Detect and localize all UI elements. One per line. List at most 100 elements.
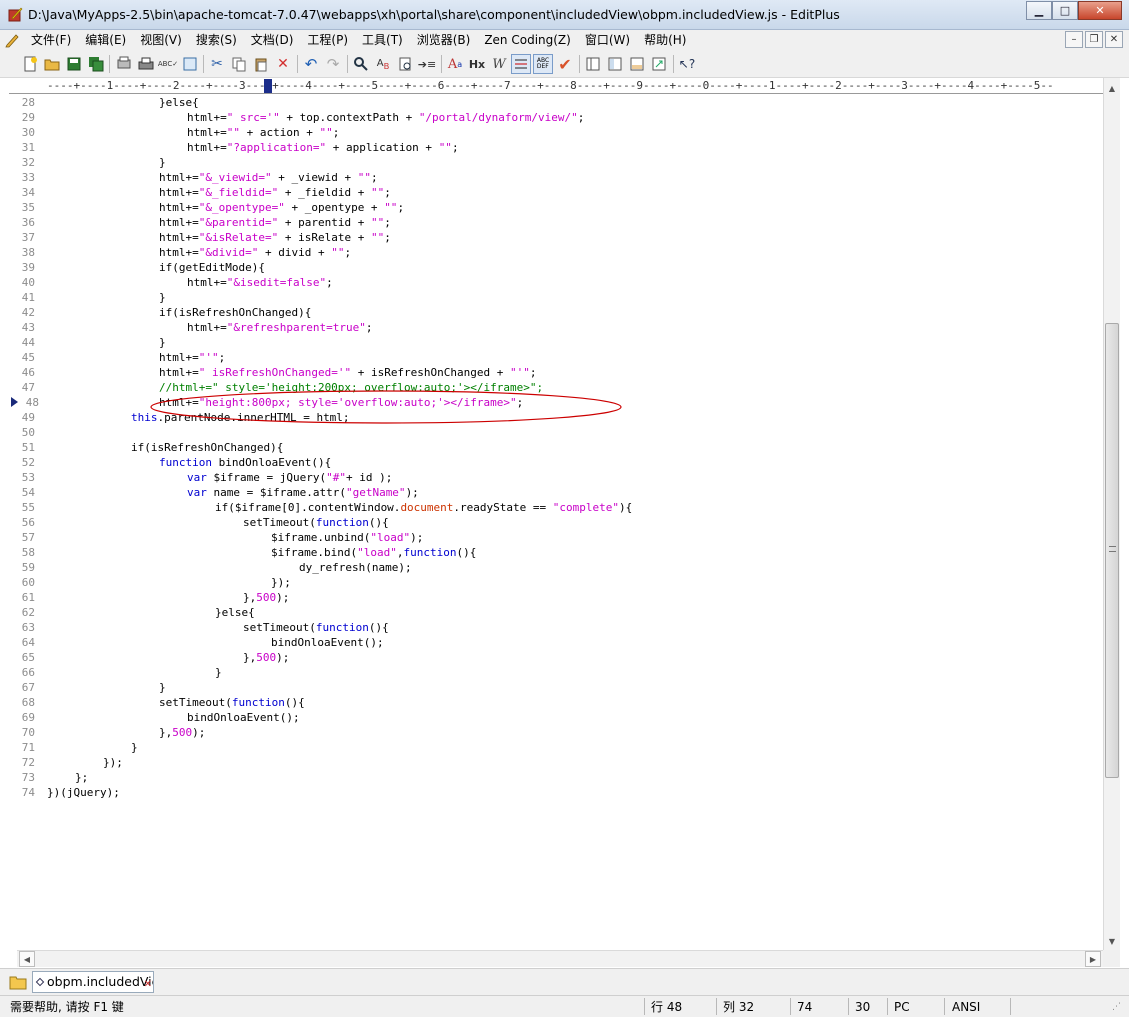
code-line[interactable]: }); bbox=[103, 755, 123, 770]
column-selection-icon[interactable]: ABC DEF bbox=[533, 54, 553, 74]
code-line[interactable]: html+="&parentid=" + parentid + ""; bbox=[159, 215, 391, 230]
folder-icon[interactable] bbox=[9, 973, 27, 991]
doc-restore-button[interactable]: ❐ bbox=[1085, 31, 1103, 48]
line-number-toggle-icon[interactable] bbox=[511, 54, 531, 74]
cut-icon[interactable]: ✂ bbox=[207, 54, 227, 74]
code-line[interactable]: html+="&_opentype=" + _opentype + ""; bbox=[159, 200, 404, 215]
code-line[interactable]: dy_refresh(name); bbox=[299, 560, 412, 575]
replace-icon[interactable]: AB bbox=[373, 54, 393, 74]
menu-browser[interactable]: 浏览器(B) bbox=[410, 30, 478, 50]
code-line[interactable]: } bbox=[159, 335, 166, 350]
code-line[interactable]: bindOnloaEvent(); bbox=[271, 635, 384, 650]
code-line[interactable]: },500); bbox=[243, 590, 289, 605]
scroll-down-arrow-icon[interactable]: ▼ bbox=[1104, 933, 1120, 949]
code-line[interactable]: html+="" + action + ""; bbox=[187, 125, 339, 140]
check-syntax-icon[interactable]: ✔ bbox=[555, 54, 575, 74]
horizontal-scrollbar[interactable]: ◀ ▶ bbox=[17, 950, 1103, 967]
code-line[interactable]: if($iframe[0].contentWindow.document.rea… bbox=[215, 500, 632, 515]
code-line[interactable]: var $iframe = jQuery("#"+ id ); bbox=[187, 470, 392, 485]
editplus-app-icon[interactable] bbox=[7, 6, 23, 22]
tab-obpm-includedview[interactable]: obpm.includedView.js ✕ bbox=[32, 971, 154, 993]
code-line[interactable]: html+=" isRefreshOnChanged='" + isRefres… bbox=[159, 365, 537, 380]
vertical-scrollbar[interactable]: ▲ ▼ bbox=[1103, 78, 1120, 950]
new-file-icon[interactable] bbox=[20, 54, 40, 74]
cliptext-window-icon[interactable] bbox=[583, 54, 603, 74]
code-line[interactable]: setTimeout(function(){ bbox=[243, 620, 389, 635]
code-line[interactable]: }else{ bbox=[215, 605, 255, 620]
code-editor[interactable]: 28}else{29 html+=" src='" + top.contextPa… bbox=[9, 94, 1103, 950]
code-line[interactable]: }; bbox=[75, 770, 88, 785]
directory-window-icon[interactable] bbox=[605, 54, 625, 74]
font-icon[interactable]: Aa bbox=[445, 54, 465, 74]
code-line[interactable]: } bbox=[159, 680, 166, 695]
code-line[interactable]: } bbox=[131, 740, 138, 755]
doc-minimize-button[interactable]: – bbox=[1065, 31, 1083, 48]
code-line[interactable]: html+="'"; bbox=[159, 350, 225, 365]
find-icon[interactable] bbox=[351, 54, 371, 74]
redo-icon[interactable]: ↷ bbox=[323, 54, 343, 74]
vertical-scroll-thumb[interactable] bbox=[1105, 323, 1119, 778]
code-line[interactable]: if(isRefreshOnChanged){ bbox=[131, 440, 283, 455]
code-line[interactable]: bindOnloaEvent(); bbox=[187, 710, 300, 725]
fullscreen-icon[interactable] bbox=[649, 54, 669, 74]
code-line[interactable]: html+="&refreshparent=true"; bbox=[187, 320, 372, 335]
code-line[interactable]: })(jQuery); bbox=[47, 785, 120, 800]
code-line[interactable]: if(getEditMode){ bbox=[159, 260, 265, 275]
code-line[interactable]: html+=" src='" + top.contextPath + "/por… bbox=[187, 110, 584, 125]
tab-close-icon[interactable]: ✕ bbox=[144, 975, 152, 992]
code-line[interactable]: } bbox=[215, 665, 222, 680]
copy-icon[interactable] bbox=[229, 54, 249, 74]
minimize-button[interactable]: ▁ bbox=[1026, 1, 1052, 20]
code-line[interactable]: },500); bbox=[159, 725, 205, 740]
save-all-icon[interactable] bbox=[86, 54, 106, 74]
code-line[interactable]: } bbox=[159, 155, 166, 170]
code-line[interactable]: html+="&_viewid=" + _viewid + ""; bbox=[159, 170, 378, 185]
code-line[interactable]: $iframe.unbind("load"); bbox=[271, 530, 423, 545]
code-line[interactable]: }); bbox=[271, 575, 291, 590]
menu-view[interactable]: 视图(V) bbox=[133, 30, 189, 50]
code-line[interactable]: setTimeout(function(){ bbox=[159, 695, 305, 710]
code-line[interactable]: }else{ bbox=[159, 95, 199, 110]
doc-close-button[interactable]: ✕ bbox=[1105, 31, 1123, 48]
code-line[interactable]: html+="&isedit=false"; bbox=[187, 275, 333, 290]
scroll-right-arrow-icon[interactable]: ▶ bbox=[1085, 951, 1101, 967]
print-preview-icon[interactable] bbox=[114, 54, 134, 74]
code-line[interactable]: if(isRefreshOnChanged){ bbox=[159, 305, 311, 320]
code-line[interactable]: html+="&_fieldid=" + _fieldid + ""; bbox=[159, 185, 391, 200]
menu-window[interactable]: 窗口(W) bbox=[578, 30, 637, 50]
hex-view-icon[interactable]: Hx bbox=[467, 54, 487, 74]
print-icon[interactable] bbox=[136, 54, 156, 74]
output-window-icon[interactable] bbox=[627, 54, 647, 74]
code-line[interactable]: html+="&divid=" + divid + ""; bbox=[159, 245, 351, 260]
open-folder-icon[interactable] bbox=[42, 54, 62, 74]
resize-grip-icon[interactable]: ⋰ bbox=[1112, 999, 1121, 1015]
menu-edit[interactable]: 编辑(E) bbox=[78, 30, 133, 50]
save-icon[interactable] bbox=[64, 54, 84, 74]
code-line[interactable]: },500); bbox=[243, 650, 289, 665]
code-line[interactable]: html+="&isRelate=" + isRelate + ""; bbox=[159, 230, 391, 245]
menu-tools[interactable]: 工具(T) bbox=[355, 30, 410, 50]
find-in-files-icon[interactable] bbox=[395, 54, 415, 74]
undo-icon[interactable]: ↶ bbox=[301, 54, 321, 74]
delete-icon[interactable]: ✕ bbox=[273, 54, 293, 74]
code-line[interactable]: function bindOnloaEvent(){ bbox=[159, 455, 331, 470]
close-button[interactable]: ✕ bbox=[1078, 1, 1122, 20]
scroll-up-arrow-icon[interactable]: ▲ bbox=[1104, 80, 1120, 96]
code-line[interactable]: $iframe.bind("load",function(){ bbox=[271, 545, 476, 560]
browser-preview-icon[interactable] bbox=[180, 54, 200, 74]
document-pencil-icon[interactable] bbox=[0, 30, 24, 50]
code-line[interactable]: var name = $iframe.attr("getName"); bbox=[187, 485, 419, 500]
context-help-icon[interactable]: ↖? bbox=[677, 54, 697, 74]
menu-help[interactable]: 帮助(H) bbox=[637, 30, 693, 50]
menu-file[interactable]: 文件(F) bbox=[24, 30, 78, 50]
code-line[interactable]: setTimeout(function(){ bbox=[243, 515, 389, 530]
code-line[interactable]: html+="?application=" + application + ""… bbox=[187, 140, 459, 155]
menu-document[interactable]: 文档(D) bbox=[244, 30, 301, 50]
scroll-left-arrow-icon[interactable]: ◀ bbox=[19, 951, 35, 967]
menu-search[interactable]: 搜索(S) bbox=[189, 30, 244, 50]
menu-project[interactable]: 工程(P) bbox=[300, 30, 355, 50]
maximize-button[interactable]: □ bbox=[1052, 1, 1078, 20]
word-wrap-icon[interactable]: W bbox=[489, 54, 509, 74]
spellcheck-icon[interactable]: ABC✓ bbox=[158, 54, 178, 74]
code-line[interactable]: } bbox=[159, 290, 166, 305]
